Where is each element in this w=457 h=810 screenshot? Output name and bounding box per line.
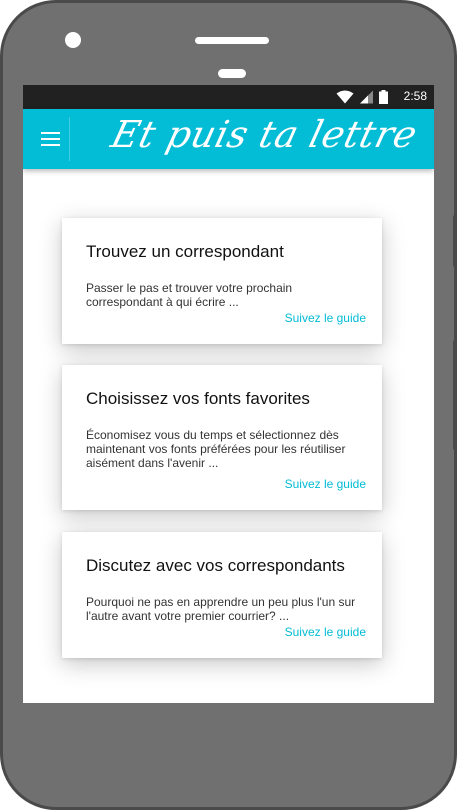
- earpiece-speaker: [195, 37, 269, 44]
- volume-button: [453, 215, 457, 267]
- battery-icon: [379, 90, 388, 104]
- card-description: Passer le pas et trouver votre prochain …: [86, 281, 293, 309]
- card-title: Discutez avec vos correspondants: [86, 556, 345, 575]
- app-title: Et puis ta lettre: [107, 113, 422, 156]
- wifi-icon: [336, 90, 354, 104]
- app-bar: Et puis ta lettre: [23, 109, 434, 169]
- power-button: [453, 340, 457, 450]
- card-description: Économisez vous du temps et sélectionnez…: [86, 428, 346, 470]
- card-title: Choisissez vos fonts favorites: [86, 389, 310, 408]
- guide-card-chat-correspondents: Discutez avec vos correspondants Pourquo…: [62, 532, 382, 658]
- proximity-sensor: [218, 69, 246, 78]
- follow-guide-link[interactable]: Suivez le guide: [285, 625, 366, 639]
- card-title: Trouvez un correspondant: [86, 242, 284, 261]
- signal-icon: [360, 90, 373, 104]
- status-icons: [336, 89, 388, 105]
- front-camera: [65, 32, 81, 48]
- guide-card-find-correspondent: Trouvez un correspondant Passer le pas e…: [62, 218, 382, 344]
- status-time: 2:58: [403, 89, 427, 103]
- status-bar: 2:58: [23, 85, 434, 109]
- card-description: Pourquoi ne pas en apprendre un peu plus…: [86, 595, 356, 623]
- follow-guide-link[interactable]: Suivez le guide: [285, 477, 366, 491]
- follow-guide-link[interactable]: Suivez le guide: [285, 311, 366, 325]
- guide-card-choose-fonts: Choisissez vos fonts favorites Économise…: [62, 365, 382, 510]
- hamburger-menu-icon[interactable]: [37, 127, 65, 151]
- app-screen: 2:58 Et puis ta lettre Trouvez un corres…: [23, 85, 434, 703]
- app-bar-divider: [69, 117, 70, 161]
